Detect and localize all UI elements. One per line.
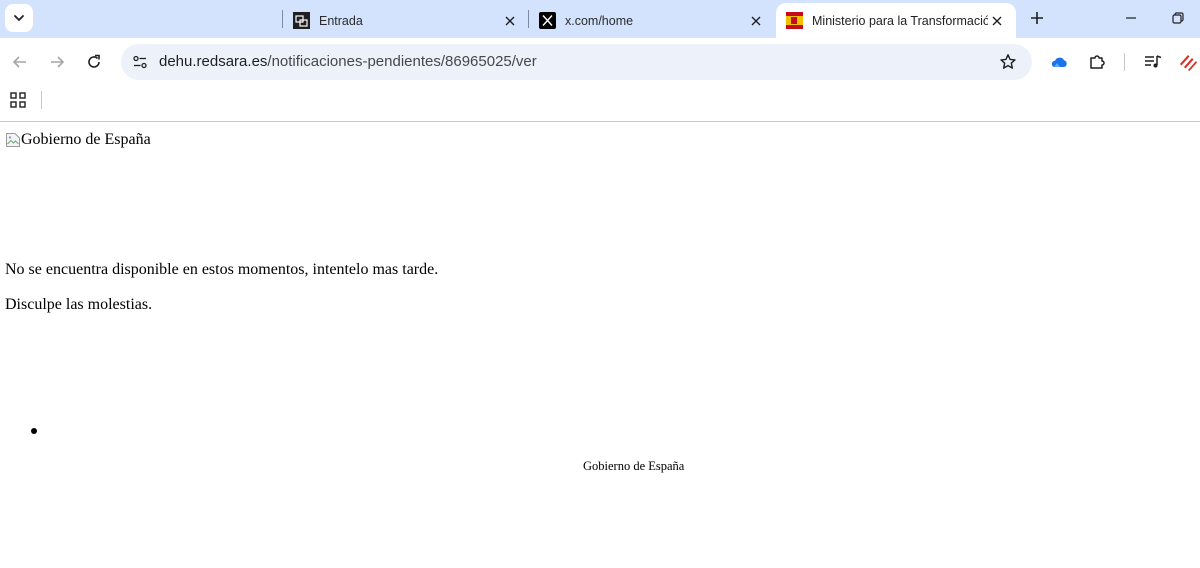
minimize-button[interactable] — [1120, 7, 1142, 29]
tab-entrada[interactable]: Entrada — [283, 3, 529, 38]
toolbar-separator — [1124, 53, 1125, 71]
tab-title: Ministerio para la Transformación — [812, 13, 988, 28]
extensions-puzzle-icon[interactable] — [1085, 50, 1109, 74]
arrow-left-icon — [12, 56, 26, 68]
header-image-alt-text: Gobierno de España — [21, 131, 151, 148]
restore-icon — [1172, 12, 1184, 24]
url-path: /notificaciones-pendientes/86965025/ver — [267, 53, 537, 70]
bookmarks-bar — [0, 85, 1200, 122]
reload-icon — [88, 54, 100, 68]
media-controls-icon[interactable] — [1141, 50, 1165, 74]
header-broken-image: Gobierno de España — [5, 131, 151, 149]
chevron-down-icon — [14, 15, 24, 21]
x-logo-icon — [539, 12, 556, 29]
arrow-right-icon — [51, 56, 65, 68]
plus-icon — [1031, 12, 1043, 24]
close-icon[interactable] — [988, 12, 1006, 30]
spain-gov-icon — [786, 12, 803, 29]
site-info-icon[interactable] — [129, 51, 151, 73]
tab-title: x.com/home — [565, 13, 634, 28]
new-tab-button[interactable] — [1026, 7, 1048, 29]
broken-image-icon — [6, 133, 20, 147]
close-icon[interactable] — [747, 12, 765, 30]
tab-search-button[interactable] — [5, 4, 33, 32]
url-text[interactable]: dehu.redsara.es/notificaciones-pendiente… — [159, 53, 537, 70]
bookmark-star-icon[interactable] — [998, 52, 1018, 72]
tab-strip: Entrada x.com/home Ministerio para la Tr… — [0, 0, 1200, 38]
tab-ministerio[interactable]: Ministerio para la Transformación — [776, 3, 1016, 38]
page-content: Gobierno de España No se encuentra dispo… — [0, 123, 1200, 568]
red-extension-icon[interactable] — [1176, 50, 1200, 74]
browser-toolbar: dehu.redsara.es/notificaciones-pendiente… — [0, 38, 1200, 85]
apology-message: Disculpe las molestias. — [5, 296, 153, 313]
list-bullet — [31, 428, 37, 434]
url-domain: dehu.redsara.es — [159, 53, 268, 70]
back-button[interactable] — [7, 49, 33, 75]
footer-gobierno-text: Gobierno de España — [583, 459, 685, 473]
apps-grid-icon[interactable] — [9, 91, 27, 109]
minimize-icon — [1126, 17, 1136, 19]
close-icon[interactable] — [501, 12, 519, 30]
restore-button[interactable] — [1167, 7, 1189, 29]
mail-icon — [293, 12, 310, 29]
onedrive-extension-icon[interactable] — [1047, 50, 1071, 74]
forward-button[interactable] — [44, 49, 70, 75]
bookmarks-separator — [41, 91, 42, 109]
tab-title: Entrada — [319, 13, 363, 28]
tab-x-home[interactable]: x.com/home — [529, 3, 775, 38]
address-bar[interactable]: dehu.redsara.es/notificaciones-pendiente… — [121, 44, 1032, 80]
unavailable-message: No se encuentra disponible en estos mome… — [5, 261, 439, 278]
reload-button[interactable] — [81, 49, 107, 75]
